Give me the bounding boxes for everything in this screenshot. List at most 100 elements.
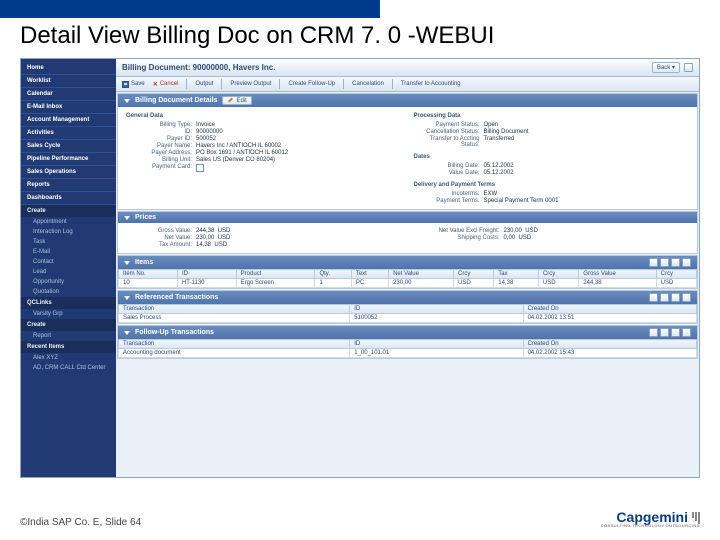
sidebar-qclink-varsity[interactable]: Varsity Grp <box>21 309 116 319</box>
panel-followup: Follow-Up Transactions Transaction ID <box>117 325 698 359</box>
sidebar-item-account-mgmt[interactable]: Account Management <box>21 114 116 127</box>
col-createdon[interactable]: Created On <box>523 305 696 314</box>
processing-data-heading: Processing Data <box>414 113 690 119</box>
export-icon[interactable] <box>660 328 669 337</box>
col-gross[interactable]: Gross Value <box>579 270 656 279</box>
sidebar-create-quotation[interactable]: Quotation <box>21 287 116 297</box>
sidebar-create-appointment[interactable]: Appointment <box>21 217 116 227</box>
cancelation-button[interactable]: Cancelation <box>352 81 384 87</box>
chevron-down-icon[interactable] <box>124 98 130 104</box>
sidebar-heading-create: Create <box>21 205 116 217</box>
payer-addr-label: Payer Address: <box>126 150 196 156</box>
sidebar-item-home[interactable]: Home <box>21 62 116 75</box>
export-icon[interactable] <box>660 258 669 267</box>
payer-id-label: Payer ID: <box>126 136 196 142</box>
cell-crcy2: USD <box>538 279 578 288</box>
crm-webui: Home Worklist Calendar E-Mail Inbox Acco… <box>20 58 700 478</box>
billing-date-label: Billing Date: <box>414 163 484 169</box>
col-crcy2[interactable]: Crcy <box>538 270 578 279</box>
nvef-currency: USD <box>525 228 538 234</box>
sidebar-item-sales-ops[interactable]: Sales Operations <box>21 166 116 179</box>
col-id[interactable]: ID <box>350 340 523 349</box>
chevron-down-icon[interactable] <box>124 295 130 301</box>
col-crcy1[interactable]: Crcy <box>453 270 493 279</box>
col-transaction[interactable]: Transaction <box>119 305 350 314</box>
col-qty[interactable]: Qty. <box>315 270 351 279</box>
col-crcy3[interactable]: Crcy <box>656 270 696 279</box>
print-icon[interactable] <box>682 328 691 337</box>
transfer-accounting-button[interactable]: Transfer to Accounting <box>401 81 461 87</box>
sidebar-item-dashboards[interactable]: Dashboards <box>21 192 116 205</box>
personalize-icon[interactable] <box>649 293 658 302</box>
edit-button[interactable]: Edit <box>222 96 251 105</box>
personalize-icon[interactable] <box>649 258 658 267</box>
col-netvalue[interactable]: Net Value <box>389 270 454 279</box>
chevron-down-icon[interactable] <box>124 215 130 221</box>
cancel-status-value: Billing Document <box>484 129 690 135</box>
cell-crcy1: USD <box>453 279 493 288</box>
col-itemno[interactable]: Item No. <box>119 270 178 279</box>
sidebar-item-activities[interactable]: Activities <box>21 127 116 140</box>
sidebar-item-worklist[interactable]: Worklist <box>21 75 116 88</box>
sidebar-create-interactionlog[interactable]: Interaction Log <box>21 227 116 237</box>
col-transaction[interactable]: Transaction <box>119 340 350 349</box>
save-button[interactable]: Save <box>122 81 145 88</box>
back-button[interactable]: Back ▾ <box>652 62 680 73</box>
col-createdon[interactable]: Created On <box>523 340 696 349</box>
col-id[interactable]: ID <box>177 270 236 279</box>
sidebar: Home Worklist Calendar E-Mail Inbox Acco… <box>21 59 116 477</box>
table-row[interactable]: Accounting document 1_00_101.01 04.02.20… <box>119 349 697 358</box>
print-icon[interactable] <box>684 63 693 72</box>
cell-createdon: 04.02.2002 13:51 <box>523 314 696 323</box>
panel-details-title: Billing Document Details <box>135 97 217 104</box>
sidebar-heading-qclinks: QCLinks <box>21 297 116 309</box>
expand-icon[interactable] <box>671 328 680 337</box>
sidebar-create-lead[interactable]: Lead <box>21 267 116 277</box>
panel-items-title: Items <box>135 259 153 266</box>
toolbar: Save ✕Cancel Output Preview Output Creat… <box>116 77 699 92</box>
table-row[interactable]: Sales Process 5100052 04.02.2002 13:51 <box>119 314 697 323</box>
col-text[interactable]: Text <box>351 270 388 279</box>
sidebar-item-reports[interactable]: Reports <box>21 179 116 192</box>
sidebar-recent-2[interactable]: AD, CRM CALL Ctd Center <box>21 363 116 373</box>
sidebar-create-contact[interactable]: Contact <box>21 257 116 267</box>
cell-transaction: Sales Process <box>119 314 350 323</box>
ship-currency: USD <box>519 235 532 241</box>
chevron-down-icon[interactable] <box>124 260 130 266</box>
table-header: Transaction ID Created On <box>119 340 697 349</box>
sidebar-recent-1[interactable]: Alex XYZ <box>21 353 116 363</box>
print-icon[interactable] <box>682 293 691 302</box>
col-product[interactable]: Product <box>236 270 315 279</box>
net-label: Net Value: <box>126 235 196 241</box>
create-followup-button[interactable]: Create Follow-Up <box>288 81 335 87</box>
sidebar-heading-recent: Recent Items <box>21 341 116 353</box>
print-icon[interactable] <box>682 258 691 267</box>
output-button[interactable]: Output <box>195 81 213 87</box>
personalize-icon[interactable] <box>649 328 658 337</box>
sidebar-item-pipeline-perf[interactable]: Pipeline Performance <box>21 153 116 166</box>
save-icon <box>122 81 129 88</box>
sidebar-create-task[interactable]: Task <box>21 237 116 247</box>
expand-icon[interactable] <box>671 258 680 267</box>
sidebar-item-email-inbox[interactable]: E-Mail Inbox <box>21 101 116 114</box>
sidebar-create-email[interactable]: E-Mail <box>21 247 116 257</box>
cancel-button[interactable]: ✕Cancel <box>153 81 179 88</box>
sidebar-item-sales-cycle[interactable]: Sales Cycle <box>21 140 116 153</box>
col-id[interactable]: ID <box>350 305 523 314</box>
sidebar-item-calendar[interactable]: Calendar <box>21 88 116 101</box>
export-icon[interactable] <box>660 293 669 302</box>
panel-referenced: Referenced Transactions Transaction ID <box>117 290 698 324</box>
preview-output-button[interactable]: Preview Output <box>230 81 271 87</box>
sidebar-create-opportunity[interactable]: Opportunity <box>21 277 116 287</box>
close-icon: ✕ <box>153 81 158 88</box>
billing-type-label: Billing Type: <box>126 122 196 128</box>
table-row[interactable]: 10 HT-1130 Ergo Screen 1 PC 230,00 USD 1… <box>119 279 697 288</box>
pencil-icon <box>227 97 234 104</box>
tax-currency: USD <box>214 242 227 248</box>
expand-icon[interactable] <box>671 293 680 302</box>
payment-card-checkbox[interactable] <box>196 164 204 172</box>
chevron-down-icon[interactable] <box>124 330 130 336</box>
col-tax[interactable]: Tax <box>494 270 539 279</box>
sidebar-create-report[interactable]: Report <box>21 331 116 341</box>
sidebar-heading-create2: Create <box>21 319 116 331</box>
